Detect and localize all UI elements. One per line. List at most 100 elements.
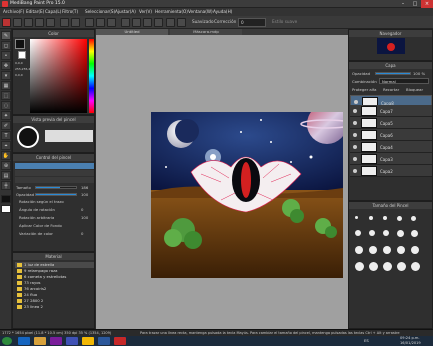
color-variation-value[interactable]: 0 [81, 231, 83, 236]
correccion-select[interactable]: 0 [238, 18, 266, 27]
select-tool-icon[interactable]: ⬚ [1, 91, 11, 100]
eye-icon[interactable] [353, 121, 357, 125]
eye-icon[interactable] [353, 157, 357, 161]
close-button[interactable]: × [421, 0, 433, 8]
layer-row[interactable]: Capa7 [350, 105, 432, 117]
media-icon[interactable] [50, 337, 62, 345]
brush-item-1[interactable] [15, 163, 94, 169]
language-indicator[interactable]: ES [364, 338, 369, 343]
brush-size-dot[interactable] [397, 262, 406, 271]
secondary-color-swatch[interactable] [1, 205, 11, 213]
hand-tool-icon[interactable]: ✋ [1, 151, 11, 160]
brush-size-dot[interactable] [411, 230, 418, 237]
maximize-button[interactable]: □ [409, 0, 421, 8]
export-icon[interactable] [46, 18, 55, 27]
ie-icon[interactable] [18, 337, 30, 345]
clip-checkbox[interactable]: Recortar [383, 87, 399, 92]
navigator-thumbnail[interactable] [377, 38, 405, 54]
invert-icon[interactable] [107, 18, 116, 27]
rotation-trazo-option[interactable]: Rotación según el trazo [19, 199, 64, 204]
undo-icon[interactable] [60, 18, 69, 27]
deselect-icon[interactable] [96, 18, 105, 27]
word-icon[interactable] [98, 337, 110, 345]
pen-select-tool-icon[interactable]: ✐ [1, 121, 11, 130]
menu-herramienta[interactable]: Herramienta(O) [155, 9, 188, 14]
select-all-icon[interactable] [85, 18, 94, 27]
move-tool-icon[interactable]: ✥ [1, 61, 11, 70]
brush-size-dot[interactable] [369, 246, 377, 254]
eye-icon[interactable] [353, 169, 357, 173]
chrome-icon[interactable] [82, 337, 94, 345]
rotation-angle-value[interactable]: 0 [81, 207, 83, 212]
primary-color-swatch[interactable] [1, 195, 11, 203]
tab-untitled[interactable]: Untitled [96, 29, 168, 35]
flip-icon[interactable] [143, 18, 152, 27]
protect-alpha-checkbox[interactable]: Proteger alfa [352, 87, 376, 92]
lock-checkbox[interactable]: Bloquear [406, 87, 423, 92]
brush-size-dot[interactable] [411, 216, 416, 221]
eye-icon[interactable] [353, 145, 357, 149]
menu-capa[interactable]: Capa(L) [45, 9, 61, 14]
eraser-tool-icon[interactable]: ◻ [1, 41, 11, 50]
menu-ver[interactable]: Ver(V) [139, 9, 152, 14]
eye-icon[interactable] [353, 109, 357, 113]
save-icon[interactable] [35, 18, 44, 27]
rotate-icon[interactable] [132, 18, 141, 27]
menu-seleccionar[interactable]: Seleccionar(S) [85, 9, 115, 14]
grid-icon[interactable] [154, 18, 163, 27]
brush-size-dot[interactable] [355, 230, 361, 236]
brush-tool-icon[interactable]: ✎ [1, 31, 11, 40]
layer-row[interactable]: Capa2 [350, 165, 432, 177]
medibang-icon[interactable] [114, 337, 126, 345]
brush-size-dot[interactable] [411, 246, 419, 254]
menu-ayuda[interactable]: Ayuda(H) [213, 9, 232, 14]
brush-size-dot[interactable] [383, 262, 392, 271]
record-icon[interactable] [2, 18, 11, 27]
blend-select[interactable]: Normal [379, 78, 429, 84]
layer-opacity-slider[interactable] [375, 72, 411, 75]
new-icon[interactable] [13, 18, 22, 27]
layer-row[interactable]: Capa4 [350, 141, 432, 153]
brush-size-dot[interactable] [369, 216, 373, 220]
artwork-canvas[interactable] [151, 112, 343, 278]
rotation-arbitrary-value[interactable]: 100 [81, 215, 88, 220]
open-icon[interactable] [24, 18, 33, 27]
layer-row[interactable]: Capa3 [350, 153, 432, 165]
brush-item-2[interactable] [15, 170, 94, 176]
menu-archivo[interactable]: Archivo(F) [3, 9, 24, 14]
ruler-icon[interactable] [166, 18, 175, 27]
brush-item-3[interactable] [15, 177, 94, 183]
size-slider[interactable] [35, 186, 77, 189]
sv-picker[interactable] [30, 39, 87, 113]
brush-size-dot[interactable] [397, 216, 402, 221]
brush-size-dot[interactable] [397, 230, 404, 237]
brush-size-dot[interactable] [355, 262, 364, 271]
divide-tool-icon[interactable]: ╪ [1, 181, 11, 190]
perspective-icon[interactable] [177, 18, 186, 27]
brush-size-dot[interactable] [383, 230, 389, 236]
bg-color-box[interactable] [18, 51, 26, 59]
brush-size-dot[interactable] [355, 246, 363, 254]
panel-tool-icon[interactable]: ▤ [1, 171, 11, 180]
text-tool-icon[interactable]: T [1, 131, 11, 140]
dropper-tool-icon[interactable]: ⌖ [1, 141, 11, 150]
dot-tool-icon[interactable]: • [1, 51, 11, 60]
hue-slider[interactable] [89, 39, 94, 113]
layer-row[interactable]: Capa5 [350, 117, 432, 129]
brush-size-dot[interactable] [383, 216, 387, 220]
wand-tool-icon[interactable]: ✦ [1, 111, 11, 120]
gradient-tool-icon[interactable]: ▦ [1, 81, 11, 90]
brush-size-dot[interactable] [397, 246, 405, 254]
list-item[interactable]: 23 linea 2 [15, 304, 94, 310]
eye-icon[interactable] [354, 100, 358, 104]
start-button-icon[interactable] [2, 337, 12, 345]
menu-ajustar[interactable]: Ajustar(A) [115, 9, 136, 14]
menu-editar[interactable]: Editar(E) [26, 9, 44, 14]
brush-size-dot[interactable] [383, 246, 391, 254]
background-color-option[interactable]: Aplicar Color de Fondo [19, 223, 62, 228]
eye-icon[interactable] [353, 133, 357, 137]
transform-icon[interactable] [121, 18, 130, 27]
menu-filtro[interactable]: Filtro(T) [62, 9, 78, 14]
brush-size-dot[interactable] [355, 216, 358, 219]
minimize-button[interactable]: – [397, 0, 409, 8]
